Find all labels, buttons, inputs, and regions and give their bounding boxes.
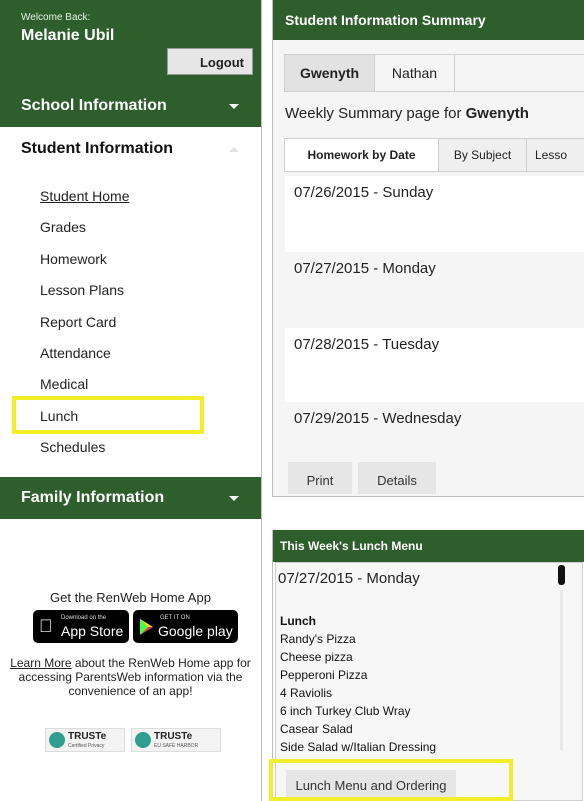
family-information-header[interactable]: Family Information (0, 477, 261, 519)
lunch-menu-scroll[interactable]: Lunch Randy's Pizza Cheese pizza Peppero… (275, 562, 575, 758)
lunch-menu-title: This Week's Lunch Menu (273, 530, 584, 562)
app-promo-title: Get the RenWeb Home App (50, 590, 211, 605)
tab-student-nathan[interactable]: Nathan (375, 55, 455, 91)
googleplay-small-text: GET IT ON (160, 615, 190, 621)
apple-icon:  (39, 616, 53, 637)
sidebar-item-medical[interactable]: Medical (40, 376, 88, 392)
sidebar-item-grades[interactable]: Grades (40, 219, 86, 235)
truste-logo-icon (135, 732, 151, 748)
sidebar: Welcome Back: Melanie Ubil Logout School… (0, 0, 262, 801)
day-row: 07/28/2015 - Tuesday (285, 328, 584, 402)
weekly-summary-student: Gwenyth (465, 105, 529, 122)
sidebar-item-homework[interactable]: Homework (40, 251, 107, 267)
scroll-track (560, 590, 563, 750)
chevron-down-icon (229, 496, 239, 501)
chevron-up-icon (229, 147, 239, 152)
weekly-summary-heading: Weekly Summary page for Gwenyth (285, 105, 529, 122)
student-summary-panel: Student Information Summary Gwenyth Nath… (272, 0, 584, 497)
google-play-icon (140, 619, 153, 635)
app-promo-description: Learn More about the RenWeb Home app for… (8, 656, 253, 698)
tab-by-subject[interactable]: By Subject (439, 139, 527, 171)
googleplay-big-text: Google play (158, 623, 233, 639)
lunch-highlight (12, 396, 204, 434)
day-row: 07/26/2015 - Sunday (285, 176, 584, 252)
student-information-header[interactable]: Student Information (0, 128, 261, 170)
tab-student-gwenyth[interactable]: Gwenyth (285, 55, 375, 91)
lunch-item: 6 inch Turkey Club Wray (280, 704, 411, 718)
lunch-item: Pepperoni Pizza (280, 668, 368, 682)
family-information-label: Family Information (21, 489, 165, 506)
tab-lesson[interactable]: Lesso (527, 139, 584, 171)
day-label: 07/29/2015 - Wednesday (294, 410, 462, 427)
lunch-item: Randy's Pizza (280, 632, 356, 646)
summary-subtabs: Homework by Date By Subject Lesso (284, 138, 584, 172)
school-information-label: School Information (21, 97, 167, 114)
scroll-thumb[interactable] (558, 565, 565, 585)
sidebar-item-attendance[interactable]: Attendance (40, 345, 111, 361)
details-button[interactable]: Details (358, 462, 436, 494)
sidebar-item-student-home[interactable]: Student Home (40, 188, 130, 204)
sidebar-item-schedules[interactable]: Schedules (40, 439, 105, 455)
day-label: 07/27/2015 - Monday (294, 260, 436, 277)
day-label: 07/26/2015 - Sunday (294, 184, 434, 201)
truste-logo-icon (49, 732, 65, 748)
lunch-item: Cheese pizza (280, 650, 353, 664)
learn-more-link[interactable]: Learn More (10, 656, 71, 670)
truste-badge-label: TRUSTe (154, 731, 193, 742)
truste-certified-badge[interactable]: TRUSTe Certified Privacy (45, 728, 125, 752)
day-row: 07/27/2015 - Monday (285, 252, 584, 328)
google-play-button[interactable]: GET IT ON Google play (133, 610, 238, 643)
lunch-item: Casear Salad (280, 722, 353, 736)
lunch-item: 4 Raviolis (280, 686, 333, 700)
appstore-small-text: Download on the (61, 615, 107, 621)
print-button[interactable]: Print (288, 462, 352, 494)
tab-homework-by-date[interactable]: Homework by Date (285, 139, 439, 171)
truste-badge-sub: EU SAFE HARBOR (154, 743, 199, 749)
truste-safe-harbor-badge[interactable]: TRUSTe EU SAFE HARBOR (131, 728, 221, 752)
appstore-big-text: App Store (61, 623, 124, 639)
school-information-header[interactable]: School Information (0, 85, 261, 127)
lunch-item: Side Salad w/Italian Dressing (280, 740, 437, 754)
day-label: 07/28/2015 - Tuesday (294, 336, 440, 353)
welcome-header: Welcome Back: Melanie Ubil Logout (0, 0, 261, 85)
summary-title: Student Information Summary (273, 0, 584, 40)
logout-button[interactable]: Logout (167, 48, 253, 75)
truste-badge-sub: Certified Privacy (68, 743, 105, 749)
weekly-summary-prefix: Weekly Summary page for (285, 105, 466, 122)
app-store-button[interactable]:  Download on the App Store (33, 610, 129, 643)
lunch-ordering-highlight (269, 759, 513, 801)
user-name: Melanie Ubil (21, 27, 115, 44)
truste-badge-label: TRUSTe (68, 731, 107, 742)
day-row: 07/29/2015 - Wednesday (285, 402, 584, 458)
student-tabs: Gwenyth Nathan (284, 54, 584, 92)
student-information-label: Student Information (21, 140, 173, 157)
sidebar-item-lesson-plans[interactable]: Lesson Plans (40, 282, 124, 298)
welcome-label: Welcome Back: (21, 12, 91, 23)
lunch-section-label: Lunch (280, 614, 316, 628)
chevron-down-icon (229, 104, 239, 109)
sidebar-item-report-card[interactable]: Report Card (40, 314, 116, 330)
lunch-scrollbar[interactable] (558, 565, 566, 750)
